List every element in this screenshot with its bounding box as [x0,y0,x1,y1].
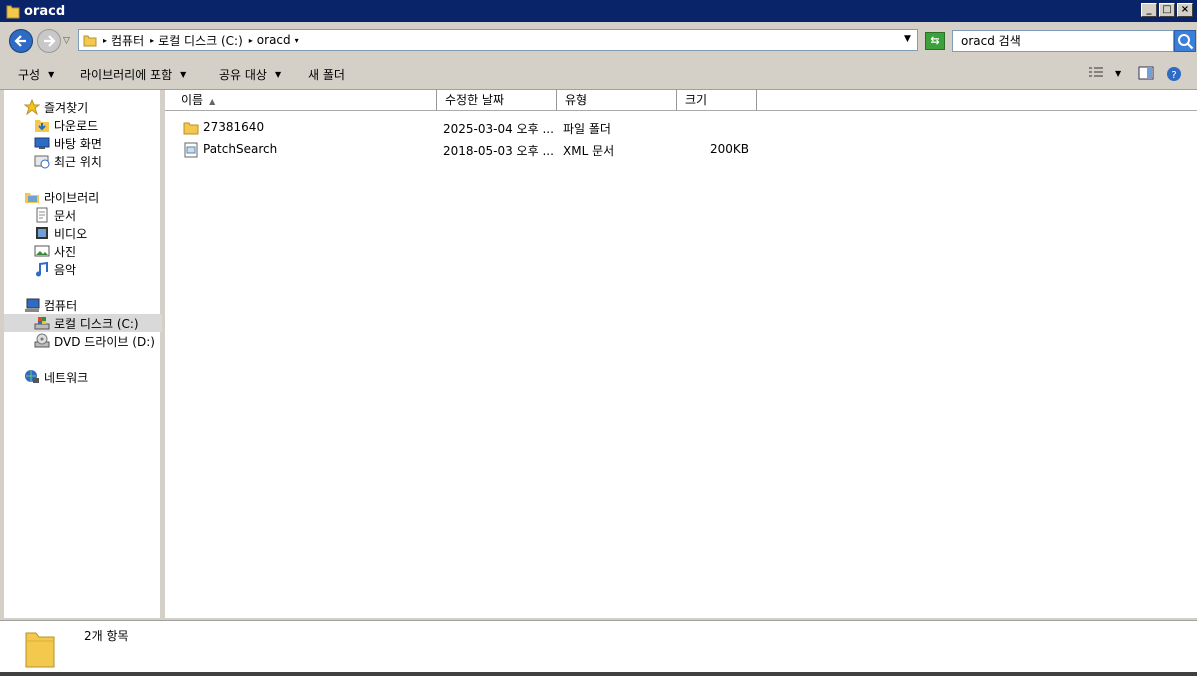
view-dropdown[interactable]: ▼ [1115,69,1121,78]
file-size: 200KB [709,142,749,156]
history-dropdown[interactable]: ▽ [63,36,70,46]
file-type: XML 문서 [563,144,615,158]
dvd-drive-icon [34,333,50,348]
arrow-left-icon [14,35,26,47]
share-with-button[interactable]: 공유 대상 ▼ [219,66,281,83]
sidebar-item-pictures[interactable]: 사진 [4,242,162,260]
maximize-button[interactable]: □ [1159,3,1175,17]
star-icon [24,99,40,115]
file-name: 27381640 [203,120,265,134]
breadcrumb-computer[interactable]: ▸ 컴퓨터 [103,32,144,49]
window-bottom-edge [0,672,1197,676]
column-header-size[interactable]: 크기 [677,90,757,111]
column-header-name[interactable]: 이름 ▲ [165,90,437,111]
forward-button[interactable] [37,29,61,53]
breadcrumb-oracd[interactable]: ▸ oracd ▾ [249,33,303,47]
sidebar-item-computer[interactable]: 컴퓨터 [4,296,162,314]
desktop-icon [34,137,50,149]
downloads-folder-icon [35,120,49,132]
arrow-right-icon [44,35,56,47]
view-options-button[interactable] [1088,66,1104,83]
item-count: 2개 항목 [84,629,129,643]
svg-text:?: ? [1171,70,1176,81]
sort-ascending-icon: ▲ [209,97,216,106]
organize-button[interactable]: 구성 ▼ [18,66,54,83]
music-icon [36,261,48,277]
sidebar-item-dvd-drive[interactable]: DVD 드라이브 (D:) [4,332,162,350]
file-name: PatchSearch [203,142,278,156]
close-button[interactable]: × [1177,3,1193,17]
include-library-button[interactable]: 라이브러리에 포함 ▼ [80,66,186,83]
navigation-pane: 즐겨찾기 다운로드 바탕 화면 최근 위치 라이브러리 문서 비디오 사진 음악… [4,90,162,618]
address-bar[interactable]: ▸ 컴퓨터 ▸ 로컬 디스크 (C:) ▸ oracd ▾ [78,29,918,51]
file-date: 2025-03-04 오후 ... [443,122,554,136]
sidebar-item-documents[interactable]: 문서 [4,206,162,224]
computer-icon [25,298,40,312]
help-icon: ? [1167,67,1181,81]
sidebar-item-desktop[interactable]: 바탕 화면 [4,134,162,152]
local-disk-icon [34,317,50,330]
sidebar-item-recent-places[interactable]: 최근 위치 [4,152,162,170]
address-dropdown[interactable]: ▼ [904,34,911,44]
sidebar-item-videos[interactable]: 비디오 [4,224,162,242]
network-icon [25,370,39,383]
column-headers: 이름 ▲ 수정한 날짜 유형 크기 [165,90,1197,111]
folder-icon [83,35,97,47]
sidebar-item-local-disk[interactable]: 로컬 디스크 (C:) [4,314,162,332]
video-icon [36,227,48,239]
breadcrumb-local-disk[interactable]: ▸ 로컬 디스크 (C:) [150,32,243,49]
preview-pane-button[interactable] [1138,66,1154,83]
sidebar-item-music[interactable]: 음악 [4,260,162,278]
column-header-date-modified[interactable]: 수정한 날짜 [437,90,557,111]
help-button[interactable]: ? [1166,66,1182,85]
documents-icon [36,207,48,223]
folder-icon [25,632,55,668]
minimize-button[interactable]: _ [1141,3,1157,17]
file-list: 이름 ▲ 수정한 날짜 유형 크기 27381640 2025-03-04 오후 … [165,90,1197,618]
library-icon [25,193,39,203]
sidebar-item-downloads[interactable]: 다운로드 [4,116,162,134]
file-type: 파일 폴더 [563,122,611,136]
window-title: oracd [24,3,66,19]
xml-document-icon [184,142,198,158]
details-pane: 2개 항목 [0,620,1197,672]
pictures-icon [34,245,50,257]
search-input[interactable]: oracd 검색 [952,30,1174,52]
search-icon [1178,34,1194,50]
recent-places-icon [34,155,50,169]
sidebar-item-libraries[interactable]: 라이브러리 [4,188,162,206]
command-bar: 구성 ▼ 라이브러리에 포함 ▼ 공유 대상 ▼ 새 폴더 ▼ ? [0,58,1197,90]
table-row[interactable]: PatchSearch 2018-05-03 오후 ... XML 문서 200… [165,140,865,160]
column-header-type[interactable]: 유형 [557,90,677,111]
sidebar-item-favorites[interactable]: 즐겨찾기 [4,98,162,116]
search-button[interactable] [1174,30,1196,52]
folder-icon [183,122,199,135]
title-bar[interactable]: oracd _ □ × [0,0,1197,22]
sidebar-item-network[interactable]: 네트워크 [4,368,162,386]
refresh-button[interactable]: ⇆ [925,32,945,50]
folder-icon [6,5,20,19]
new-folder-button[interactable]: 새 폴더 [308,66,345,83]
view-list-icon [1089,67,1103,77]
file-date: 2018-05-03 오후 ... [443,144,554,158]
preview-pane-icon [1138,66,1154,80]
back-button[interactable] [9,29,33,53]
address-row: ▽ ▸ 컴퓨터 ▸ 로컬 디스크 (C:) ▸ oracd ▾ ▼ ⇆ oracd 검색 [0,22,1197,58]
table-row[interactable]: 27381640 2025-03-04 오후 ... 파일 폴더 [165,118,865,138]
